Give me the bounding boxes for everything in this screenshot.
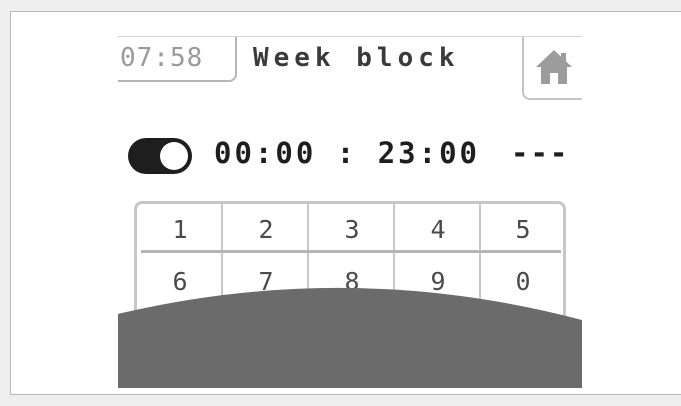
bottom-overlay (118, 287, 582, 388)
touch-screen: 07:58 Week block 00:00 : 23:00 --- 1 2 3… (118, 37, 582, 388)
